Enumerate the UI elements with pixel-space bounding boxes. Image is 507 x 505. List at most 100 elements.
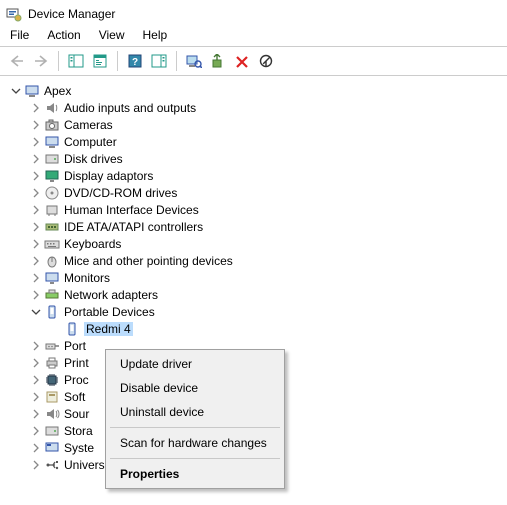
device-category-icon xyxy=(44,338,60,354)
chevron-right-icon[interactable] xyxy=(30,391,42,403)
device-category-icon xyxy=(44,151,60,167)
device-item-icon xyxy=(64,321,80,337)
tree-category-label: IDE ATA/ATAPI controllers xyxy=(64,220,203,234)
context-menu: Update driver Disable device Uninstall d… xyxy=(105,349,285,489)
disable-button[interactable] xyxy=(255,50,277,72)
tree-category[interactable]: Network adapters xyxy=(4,286,503,303)
tree-root[interactable]: Apex xyxy=(4,82,503,99)
device-category-icon xyxy=(44,100,60,116)
tree-category[interactable]: Keyboards xyxy=(4,235,503,252)
chevron-right-icon[interactable] xyxy=(30,374,42,386)
uninstall-button[interactable] xyxy=(231,50,253,72)
tree-category[interactable]: Disk drives xyxy=(4,150,503,167)
tree-category[interactable]: Portable Devices xyxy=(4,303,503,320)
tree-category-label: Mice and other pointing devices xyxy=(64,254,233,268)
chevron-right-icon[interactable] xyxy=(30,357,42,369)
tree-category-label: Sour xyxy=(64,407,89,421)
chevron-right-icon[interactable] xyxy=(30,102,42,114)
context-disable-device[interactable]: Disable device xyxy=(108,376,282,400)
context-properties[interactable]: Properties xyxy=(108,462,282,486)
tree-category-label: Stora xyxy=(64,424,93,438)
tree-category[interactable]: Monitors xyxy=(4,269,503,286)
update-driver-button[interactable] xyxy=(207,50,229,72)
chevron-right-icon[interactable] xyxy=(30,119,42,131)
menu-action[interactable]: Action xyxy=(47,28,80,42)
chevron-right-icon[interactable] xyxy=(30,170,42,182)
window-title: Device Manager xyxy=(28,7,115,21)
toolbar-separator xyxy=(58,51,59,71)
forward-button xyxy=(30,50,52,72)
chevron-right-icon[interactable] xyxy=(30,408,42,420)
show-hide-console-button[interactable] xyxy=(65,50,87,72)
tree-category[interactable]: Computer xyxy=(4,133,503,150)
menu-bar: File Action View Help xyxy=(0,26,507,46)
action-pane-button[interactable] xyxy=(148,50,170,72)
menu-help[interactable]: Help xyxy=(143,28,168,42)
context-separator xyxy=(110,458,280,459)
tree-category-label: Portable Devices xyxy=(64,305,155,319)
chevron-down-icon[interactable] xyxy=(30,306,42,318)
tree-item[interactable]: Redmi 4 xyxy=(4,320,503,337)
device-category-icon xyxy=(44,389,60,405)
tree-category-label: Syste xyxy=(64,441,94,455)
device-category-icon xyxy=(44,440,60,456)
tree-category-label: Monitors xyxy=(64,271,110,285)
toolbar-separator xyxy=(176,51,177,71)
tree-category-label: DVD/CD-ROM drives xyxy=(64,186,177,200)
context-update-driver[interactable]: Update driver xyxy=(108,352,282,376)
device-category-icon xyxy=(44,117,60,133)
device-category-icon xyxy=(44,219,60,235)
tree-category-label: Print xyxy=(64,356,89,370)
chevron-right-icon[interactable] xyxy=(30,153,42,165)
help-button[interactable]: ? xyxy=(124,50,146,72)
tree-category[interactable]: DVD/CD-ROM drives xyxy=(4,184,503,201)
chevron-right-icon[interactable] xyxy=(30,442,42,454)
chevron-right-icon[interactable] xyxy=(30,425,42,437)
chevron-right-icon[interactable] xyxy=(30,204,42,216)
tree-category-label: Cameras xyxy=(64,118,113,132)
tree-category-label: Disk drives xyxy=(64,152,123,166)
device-category-icon xyxy=(44,236,60,252)
tree-category-label: Soft xyxy=(64,390,85,404)
chevron-right-icon[interactable] xyxy=(30,136,42,148)
tree-category[interactable]: Mice and other pointing devices xyxy=(4,252,503,269)
chevron-right-icon[interactable] xyxy=(30,459,42,471)
device-category-icon xyxy=(44,457,60,473)
chevron-right-icon[interactable] xyxy=(30,187,42,199)
tree-root-label: Apex xyxy=(44,84,71,98)
device-category-icon xyxy=(44,423,60,439)
tree-category[interactable]: Cameras xyxy=(4,116,503,133)
chevron-right-icon[interactable] xyxy=(30,340,42,352)
toolbar: ? xyxy=(0,46,507,76)
tree-category-label: Proc xyxy=(64,373,89,387)
device-category-icon xyxy=(44,406,60,422)
title-bar: Device Manager xyxy=(0,0,507,26)
device-category-icon xyxy=(44,168,60,184)
tree-category[interactable]: Human Interface Devices xyxy=(4,201,503,218)
chevron-right-icon[interactable] xyxy=(30,238,42,250)
device-category-icon xyxy=(44,253,60,269)
chevron-down-icon[interactable] xyxy=(10,85,22,97)
tree-category[interactable]: Audio inputs and outputs xyxy=(4,99,503,116)
computer-icon xyxy=(24,83,40,99)
menu-view[interactable]: View xyxy=(99,28,125,42)
device-manager-icon xyxy=(6,6,22,22)
context-scan-hardware[interactable]: Scan for hardware changes xyxy=(108,431,282,455)
context-separator xyxy=(110,427,280,428)
scan-hardware-button[interactable] xyxy=(183,50,205,72)
chevron-right-icon[interactable] xyxy=(30,289,42,301)
menu-file[interactable]: File xyxy=(10,28,29,42)
tree-category-label: Human Interface Devices xyxy=(64,203,199,217)
device-category-icon xyxy=(44,355,60,371)
tree-category[interactable]: IDE ATA/ATAPI controllers xyxy=(4,218,503,235)
properties-button[interactable] xyxy=(89,50,111,72)
tree-category[interactable]: Display adaptors xyxy=(4,167,503,184)
device-category-icon xyxy=(44,372,60,388)
chevron-right-icon[interactable] xyxy=(30,221,42,233)
chevron-right-icon[interactable] xyxy=(30,255,42,267)
toolbar-separator xyxy=(117,51,118,71)
chevron-right-icon[interactable] xyxy=(30,272,42,284)
tree-category-label: Audio inputs and outputs xyxy=(64,101,196,115)
context-uninstall-device[interactable]: Uninstall device xyxy=(108,400,282,424)
device-category-icon xyxy=(44,134,60,150)
